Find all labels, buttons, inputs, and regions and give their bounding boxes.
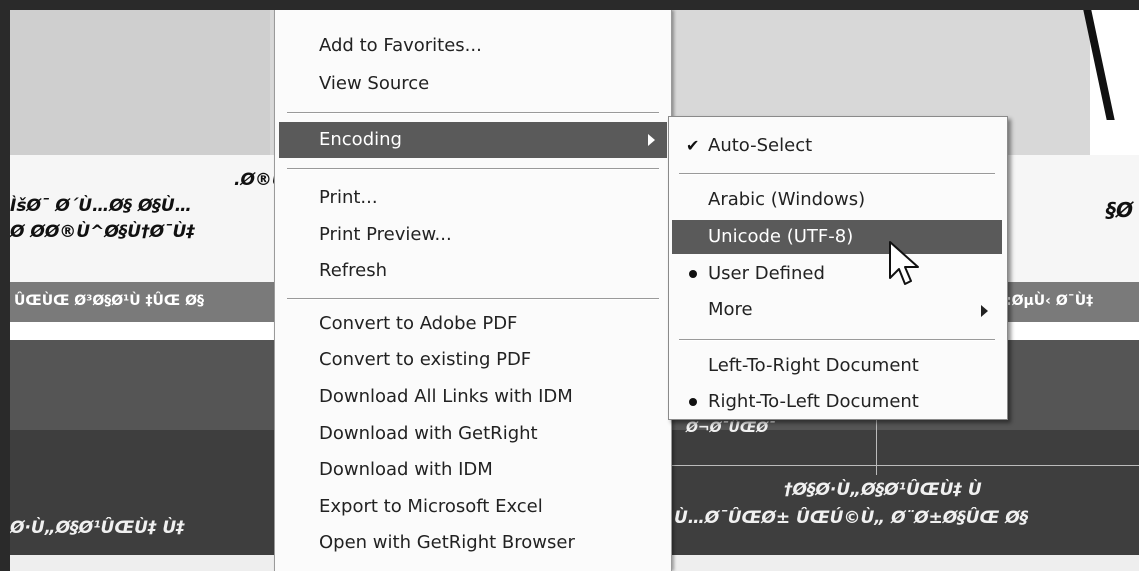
nav-link[interactable]: ÛŒÙŒ Ø³Ø§Ø¹Ù ‡ÛŒ Ø§: [14, 293, 204, 309]
menu-item-open-flashget-browser[interactable]: Open Flashget Browser: [279, 562, 667, 571]
page-header-left-block: [10, 10, 270, 155]
menu-item-download-all-links-idm[interactable]: Download All Links with IDM: [279, 379, 667, 415]
announcement-left[interactable]: Ø·Ù„Ø§Ø¹ÛŒÙ‡ Ù‡: [10, 518, 185, 538]
screenshot-frame: .Ø®Ù ÌšØ¯ Ø´Ù…Ø§ Ø§Ù… Ø ØØ®Ù^Ø§Ù†Ø¯Ù‡ §Ø…: [10, 10, 1139, 571]
announcement-title[interactable]: †Ø§Ø·Ù„Ø§Ø¹ÛŒÙ‡ Ù: [784, 480, 982, 500]
table-divider: [670, 465, 1139, 466]
submenu-arrow-icon: [648, 134, 655, 146]
encoding-submenu: ✔ Auto-Select Arabic (Windows) Unicode (…: [668, 116, 1008, 420]
submenu-item-right-to-left[interactable]: Right-To-Left Document: [672, 385, 1002, 419]
submenu-item-left-to-right[interactable]: Left-To-Right Document: [672, 349, 1002, 383]
submenu-item-label: Right-To-Left Document: [708, 391, 919, 412]
context-menu: Add to Favorites... View Source Encoding…: [274, 10, 672, 571]
submenu-item-arabic-windows[interactable]: Arabic (Windows): [672, 183, 1002, 217]
menu-item-print-preview[interactable]: Print Preview...: [279, 217, 667, 253]
check-icon: ✔: [686, 136, 700, 155]
radio-dot-icon: [689, 398, 697, 406]
menu-separator: [287, 112, 659, 114]
menu-item-export-to-excel[interactable]: Export to Microsoft Excel: [279, 489, 667, 525]
submenu-item-auto-select[interactable]: ✔ Auto-Select: [672, 129, 1002, 163]
submenu-item-unicode-utf8[interactable]: Unicode (UTF-8): [672, 220, 1002, 254]
page-logo: [1091, 10, 1131, 120]
radio-dot-icon: [689, 270, 697, 278]
menu-item-convert-to-existing-pdf[interactable]: Convert to existing PDF: [279, 342, 667, 378]
submenu-item-user-defined[interactable]: User Defined: [672, 257, 1002, 291]
submenu-item-label: More: [708, 299, 753, 320]
submenu-item-label: User Defined: [708, 263, 825, 284]
table-cell-text: Ø¬Ø¯ÛŒØ¯: [686, 420, 776, 436]
page-heading-line: Ø ØØ®Ù^Ø§Ù†Ø¯Ù‡: [10, 222, 195, 242]
menu-separator: [287, 168, 659, 170]
submenu-separator: [679, 173, 995, 175]
announcement-text[interactable]: Ù…Ø¯ÛŒØ± ÛŒÚ©Ù„ Ø¨Ø±Ø§ÛŒ Ø§: [674, 508, 1028, 528]
submenu-item-label: Auto-Select: [708, 135, 813, 156]
menu-item-convert-to-adobe-pdf[interactable]: Convert to Adobe PDF: [279, 306, 667, 342]
page-heading-right: §Ø: [1106, 198, 1134, 222]
submenu-separator: [679, 339, 995, 341]
menu-item-open-getright-browser[interactable]: Open with GetRight Browser: [279, 525, 667, 561]
table-divider: [876, 415, 877, 475]
menu-item-refresh[interactable]: Refresh: [279, 253, 667, 289]
submenu-arrow-icon: [981, 305, 988, 317]
menu-item-download-with-getright[interactable]: Download with GetRight: [279, 416, 667, 452]
menu-item-view-source[interactable]: View Source: [279, 66, 667, 102]
menu-item-add-to-favorites[interactable]: Add to Favorites...: [279, 28, 667, 64]
menu-item-print[interactable]: Print...: [279, 180, 667, 216]
menu-item-download-with-idm[interactable]: Download with IDM: [279, 452, 667, 488]
menu-separator: [287, 298, 659, 300]
submenu-item-more[interactable]: More: [672, 293, 1002, 327]
menu-item-label: Encoding: [319, 129, 402, 150]
mouse-pointer-icon: [889, 241, 919, 285]
page-heading-line: ÌšØ¯ Ø´Ù…Ø§ Ø§Ù…: [10, 196, 192, 216]
menu-item-encoding[interactable]: Encoding: [279, 122, 667, 158]
nav-link[interactable]: :ØµÙ‹ Ø¯Ù‡: [1006, 293, 1093, 309]
